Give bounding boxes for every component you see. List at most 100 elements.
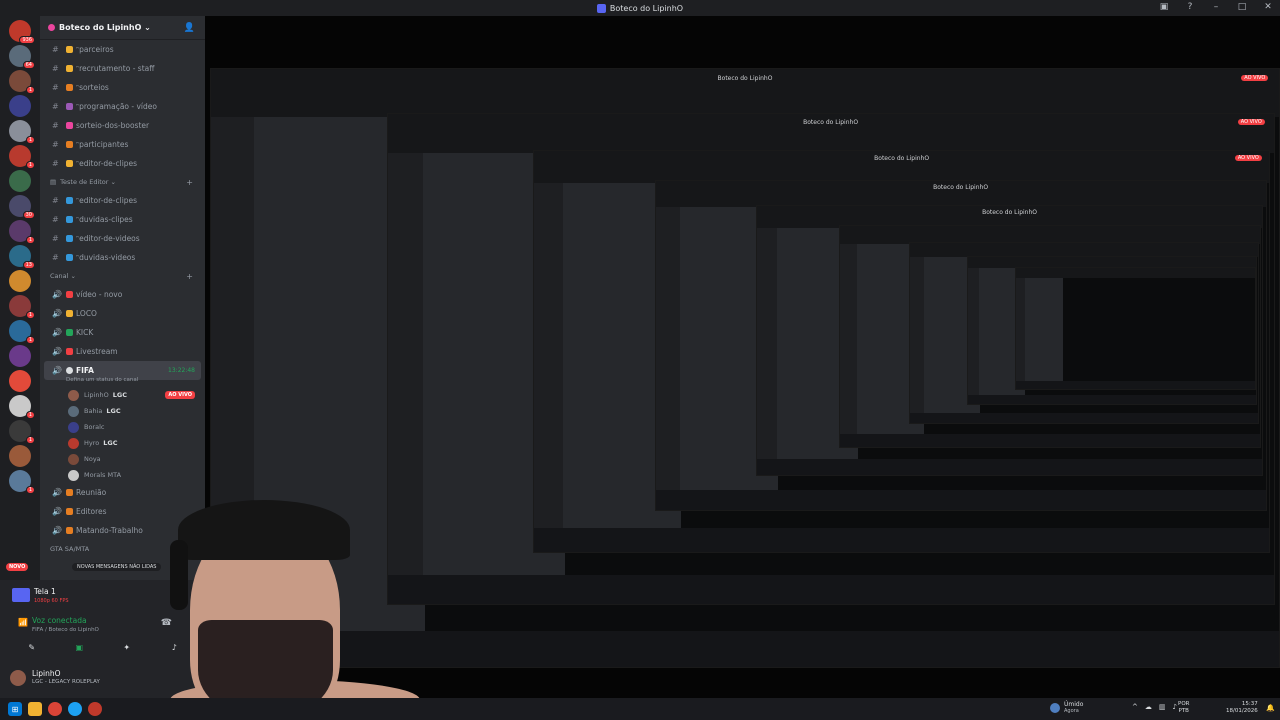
voice-user-name: Bahia xyxy=(84,407,103,415)
channel-emoji-icon xyxy=(66,65,73,72)
signal-icon[interactable]: 📶 xyxy=(18,618,28,627)
windows-start-icon[interactable]: ⊞ xyxy=(8,702,22,716)
channel-item[interactable]: 🔊 Livestream xyxy=(40,342,205,361)
voice-user[interactable]: Noya xyxy=(40,451,205,467)
category-editor[interactable]: ▤ Teste de Editor ⌄ + xyxy=(40,173,205,191)
server-icon[interactable]: 1 xyxy=(9,295,35,319)
new-badge: NOVO xyxy=(6,563,29,571)
channel-item[interactable]: 🔊 vídeo - novo xyxy=(40,285,205,304)
chrome-icon[interactable] xyxy=(48,702,62,716)
chevron-down-icon: ⌄ xyxy=(141,23,151,32)
server-icon[interactable] xyxy=(9,445,31,467)
guild-name: Boteco do LipinhO xyxy=(59,23,142,32)
edge-icon[interactable] xyxy=(68,702,82,716)
soccer-ball-icon xyxy=(66,367,73,374)
activities-button[interactable]: ✦ xyxy=(112,640,142,654)
server-icon[interactable]: 1 xyxy=(9,70,35,94)
frame-panel xyxy=(840,243,858,434)
voice-user[interactable]: Morals MTA xyxy=(40,467,205,483)
server-icon[interactable] xyxy=(9,270,31,292)
guild-header[interactable]: Boteco do LipinhO ⌄ 👤 xyxy=(40,16,205,40)
server-icon[interactable] xyxy=(9,170,31,192)
server-icon[interactable]: 30 xyxy=(9,195,35,219)
channel-emoji-icon xyxy=(66,489,73,496)
notification-icon[interactable]: 🔔 xyxy=(1266,704,1275,712)
channel-emoji-icon xyxy=(66,197,73,204)
server-icon[interactable] xyxy=(9,345,31,367)
speaker-icon: 🔊 xyxy=(52,309,62,318)
channel-item[interactable]: # ᵔduvidas-clipes xyxy=(40,210,205,229)
channel-item[interactable]: # ᵔparticipantes xyxy=(40,135,205,154)
channel-item[interactable]: # ᵔduvidas-videos xyxy=(40,248,205,267)
weather-widget[interactable]: Úmido Agora xyxy=(1050,701,1083,714)
hash-icon: # xyxy=(52,215,59,224)
channel-emoji-icon xyxy=(66,216,73,223)
channel-item[interactable]: # ᵔeditor-de-clipes xyxy=(40,154,205,173)
server-icon[interactable]: 64 xyxy=(9,45,35,69)
server-icon[interactable]: 1 xyxy=(9,420,35,444)
unread-messages-pill[interactable]: NOVAS MENSAGENS NÃO LIDAS xyxy=(72,563,162,571)
file-explorer-icon[interactable] xyxy=(28,702,42,716)
hash-icon: # xyxy=(52,253,59,262)
server-icon[interactable]: 1 xyxy=(9,320,35,344)
channel-name: KICK xyxy=(76,328,94,337)
server-icon[interactable]: 1 xyxy=(9,470,35,494)
speaker-icon: 🔊 xyxy=(52,526,62,535)
channel-item[interactable]: 🔊 KICK xyxy=(40,323,205,342)
channel-name: ᵔduvidas-videos xyxy=(76,253,136,262)
channel-emoji-icon xyxy=(66,348,73,355)
server-icon[interactable]: 13 xyxy=(9,245,35,269)
user-status: LGC - LEGACY ROLEPLAY xyxy=(32,679,100,685)
frame-panel xyxy=(967,268,980,396)
server-icon[interactable] xyxy=(9,95,31,117)
speaker-icon: 🔊 xyxy=(52,507,62,516)
server-icon[interactable]: 1 xyxy=(9,120,35,144)
server-icon[interactable] xyxy=(9,370,31,392)
channel-item[interactable]: # ᵔeditor-de-clipes xyxy=(40,191,205,210)
stream-frame xyxy=(1014,266,1256,390)
add-channel-icon[interactable]: + xyxy=(186,178,193,187)
language-indicator[interactable]: POR PTB xyxy=(1178,701,1189,715)
voice-user[interactable]: Boralc xyxy=(40,419,205,435)
hash-icon: # xyxy=(52,159,59,168)
channel-item[interactable]: 🔊 LOCO xyxy=(40,304,205,323)
server-icon[interactable]: 936 xyxy=(9,20,35,44)
camera-off-button[interactable]: ✎ xyxy=(17,640,47,654)
network-icon[interactable]: ▥ xyxy=(1159,703,1166,711)
channel-name: Editores xyxy=(76,507,107,516)
server-icon[interactable]: 1 xyxy=(9,395,35,419)
server-icon[interactable]: 1 xyxy=(9,145,35,169)
channel-item[interactable]: # ᵔrecrutamento - staff xyxy=(40,59,205,78)
category-canal[interactable]: Canal ⌄ + xyxy=(40,267,205,285)
chevron-up-icon[interactable]: ^ xyxy=(1132,703,1138,711)
channel-item[interactable]: # ᵔprogramação - vídeo xyxy=(40,97,205,116)
add-member-icon[interactable]: 👤 xyxy=(184,23,195,33)
minimize-button[interactable]: – xyxy=(1210,2,1222,12)
avatar xyxy=(68,405,79,417)
speaker-icon: 🔊 xyxy=(52,366,62,375)
frame-panel xyxy=(1015,381,1255,389)
user-tag: LGC xyxy=(103,439,118,447)
volume-icon[interactable]: ♪ xyxy=(1173,703,1177,711)
voice-user[interactable]: Bahia LGC xyxy=(40,403,205,419)
voice-user[interactable]: Hyro LGC xyxy=(40,435,205,451)
hash-icon: # xyxy=(52,140,59,149)
add-channel-icon[interactable]: + xyxy=(186,272,193,281)
cloud-icon[interactable]: ☁ xyxy=(1145,703,1152,711)
server-icon[interactable]: 1 xyxy=(9,220,35,244)
clock[interactable]: 15:37 18/01/2026 xyxy=(1226,701,1258,715)
channel-item[interactable]: # sorteio-dos-booster xyxy=(40,116,205,135)
taskbar-apps: ⊞ xyxy=(8,702,102,716)
maximize-button[interactable]: □ xyxy=(1236,2,1248,12)
voice-user[interactable]: LipinhO LGC AO VIVO xyxy=(40,387,205,403)
channel-item[interactable]: # ᵔeditor-de-videos xyxy=(40,229,205,248)
help-icon[interactable]: ? xyxy=(1184,2,1196,12)
channel-item[interactable]: # ᵔparceiros xyxy=(40,40,205,59)
category-label: Teste de Editor xyxy=(60,178,109,186)
screen-share-button[interactable]: ▣ xyxy=(64,640,94,654)
channel-status[interactable]: Defina um status do canal xyxy=(40,377,205,387)
close-button[interactable]: ✕ xyxy=(1262,2,1274,12)
channel-item[interactable]: # ᵔsorteios xyxy=(40,78,205,97)
app-icon[interactable] xyxy=(88,702,102,716)
inbox-icon[interactable]: ▣ xyxy=(1158,2,1170,12)
